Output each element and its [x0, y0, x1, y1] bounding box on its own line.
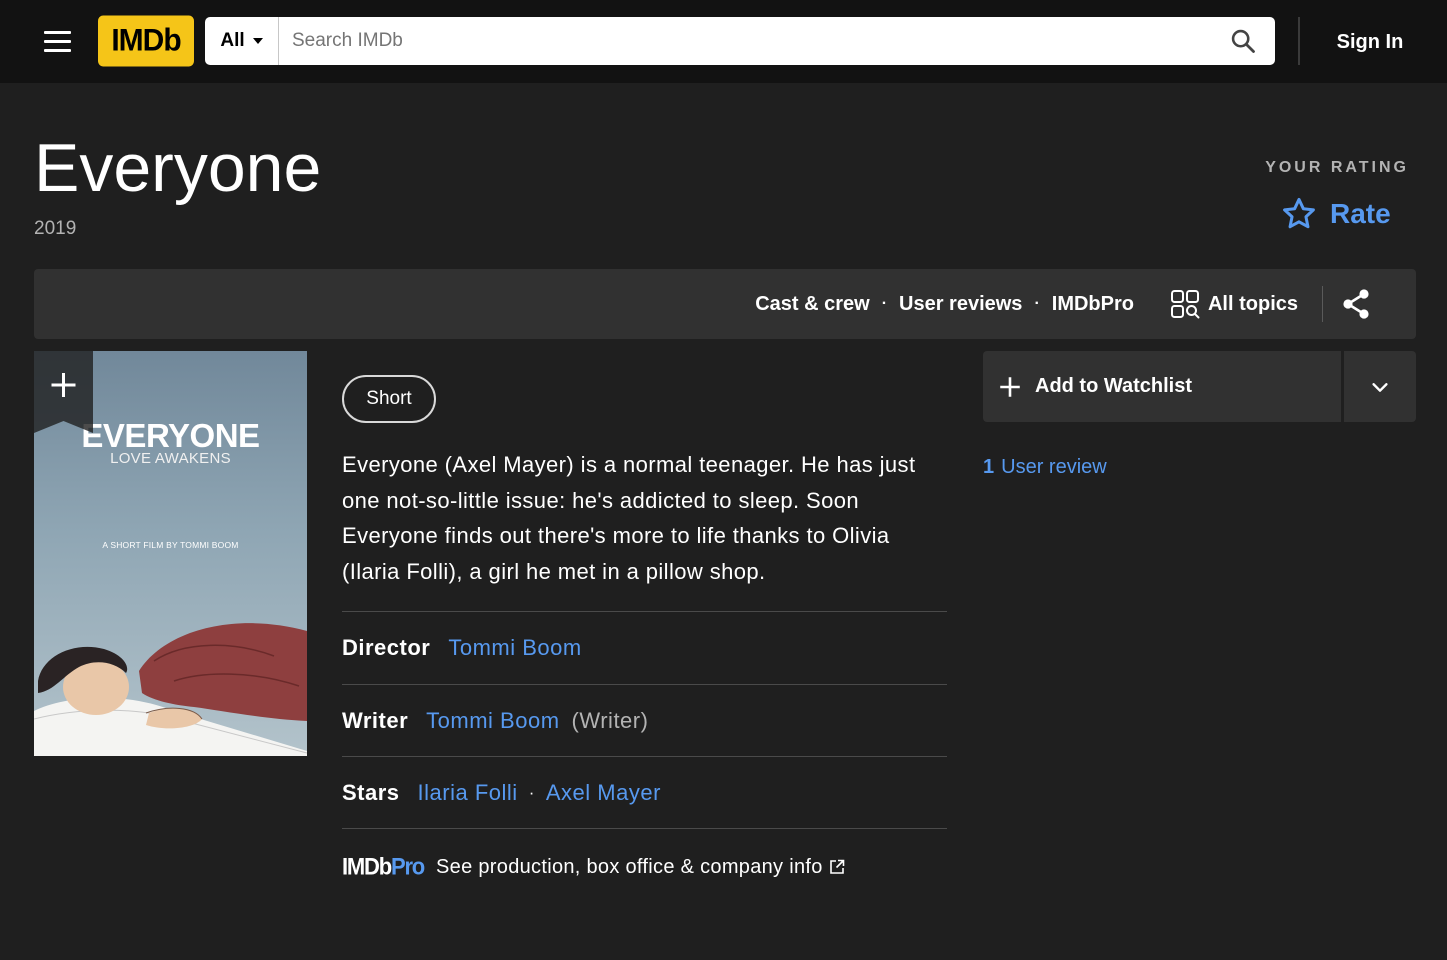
writer-link[interactable]: Tommi Boom	[426, 708, 559, 734]
star-link[interactable]: Axel Mayer	[546, 780, 661, 806]
plus-icon	[1000, 376, 1020, 397]
rate-button[interactable]: Rate	[1280, 192, 1391, 236]
imdbpro-link[interactable]: IMDbPro See production, box office & com…	[342, 850, 845, 884]
page-title: Everyone	[34, 130, 322, 206]
user-review-count: 1	[983, 455, 995, 478]
search-icon[interactable]	[1211, 17, 1275, 65]
imdbpro-link-text: See production, box office & company inf…	[436, 855, 823, 878]
poster-credit: A SHORT FILM BY TOMMI BOOM	[102, 540, 239, 550]
add-to-watchlist-ribbon[interactable]	[34, 351, 93, 433]
your-rating-label: YOUR RATING	[1265, 159, 1409, 176]
subnav-divider	[1322, 286, 1323, 322]
search-bar: All	[205, 17, 1275, 65]
divider	[342, 684, 947, 685]
search-category-label: All	[220, 30, 245, 51]
all-topics-label: All topics	[1207, 292, 1298, 315]
rate-label: Rate	[1330, 198, 1391, 229]
search-category-select[interactable]: All	[205, 17, 279, 65]
stars-label[interactable]: Stars	[342, 780, 400, 806]
imdb-logo[interactable]: IMDb	[98, 15, 194, 67]
divider	[342, 611, 947, 612]
plot-summary: Everyone (Axel Mayer) is a normal teenag…	[342, 452, 916, 584]
share-icon[interactable]	[1336, 286, 1376, 322]
poster-tagline: LOVE AWAKENS	[110, 450, 231, 467]
star-link[interactable]: Ilaria Folli	[418, 780, 518, 806]
user-review-label: User review	[1001, 455, 1107, 478]
imdbpro-logo: IMDbPro	[342, 852, 425, 881]
add-to-watchlist-button[interactable]: Add to Watchlist	[983, 351, 1341, 422]
caret-down-icon	[252, 38, 263, 44]
watchlist-label: Add to Watchlist	[1035, 375, 1193, 397]
grid-search-icon	[1170, 290, 1200, 319]
chevron-down-icon	[1372, 382, 1388, 392]
sleeping-boy-illustration	[34, 623, 307, 756]
subnav-cast-crew[interactable]: Cast & crew	[755, 293, 870, 316]
search-input[interactable]	[279, 17, 1211, 65]
top-navigation-bar: IMDb All Sign In	[0, 0, 1447, 83]
director-label[interactable]: Director	[342, 635, 430, 661]
subnav-user-reviews[interactable]: User reviews	[899, 293, 1022, 316]
writer-row: Writer Tommi Boom (Writer)	[342, 701, 648, 741]
title-subnav: Cast & crew · User reviews · IMDbPro All…	[34, 269, 1416, 339]
writer-label[interactable]: Writer	[342, 708, 408, 734]
release-year[interactable]: 2019	[34, 218, 76, 240]
watchlist-options-button[interactable]	[1344, 351, 1416, 422]
header-divider	[1298, 17, 1300, 65]
star-outline-icon	[1283, 197, 1315, 229]
genre-chip-short[interactable]: Short	[342, 375, 436, 423]
divider	[342, 828, 947, 829]
director-link[interactable]: Tommi Boom	[448, 635, 581, 661]
sign-in-button[interactable]: Sign In	[1324, 26, 1416, 58]
stars-row: Stars Ilaria Folli · Axel Mayer	[342, 780, 661, 806]
writer-role: (Writer)	[571, 708, 649, 733]
director-row: Director Tommi Boom	[342, 628, 582, 668]
all-topics-button[interactable]: All topics	[1170, 289, 1298, 319]
external-link-icon	[829, 859, 844, 874]
user-reviews-link[interactable]: 1 User review	[983, 452, 1107, 482]
menu-icon[interactable]	[38, 25, 78, 57]
divider	[342, 756, 947, 757]
subnav-imdbpro[interactable]: IMDbPro	[1052, 293, 1134, 316]
